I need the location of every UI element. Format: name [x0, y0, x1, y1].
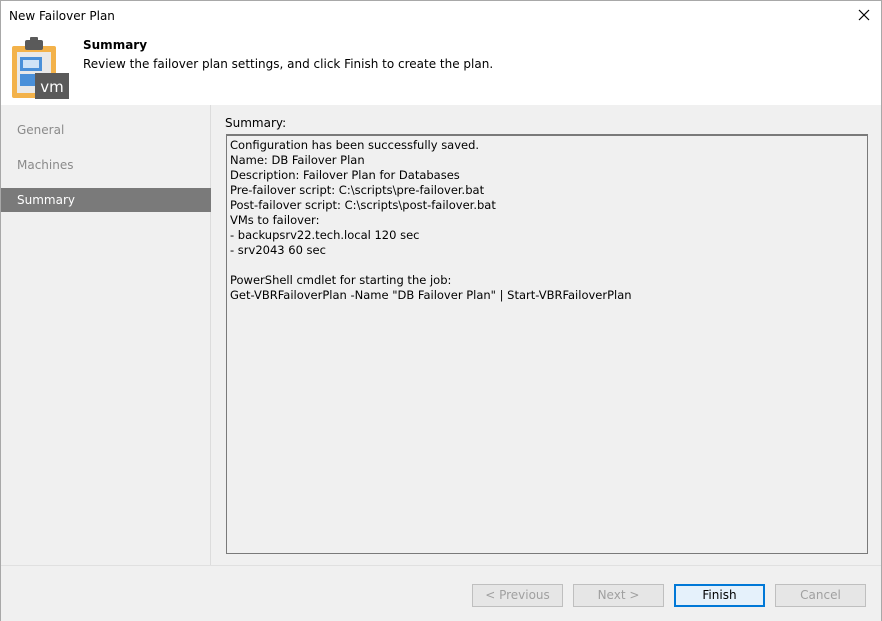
page-subtitle: Review the failover plan settings, and c…: [83, 57, 494, 71]
title-bar: New Failover Plan: [1, 1, 881, 31]
wizard-body: General Machines Summary Summary: Config…: [1, 105, 881, 565]
window-title: New Failover Plan: [9, 9, 115, 23]
step-navigation: General Machines Summary: [1, 105, 211, 565]
page-title: Summary: [83, 38, 148, 52]
summary-panel: Summary: Configuration has been successf…: [213, 105, 881, 565]
summary-label: Summary:: [225, 116, 287, 130]
wizard-window: New Failover Plan vm Summary Review the: [0, 0, 882, 621]
nav-item-machines[interactable]: Machines: [1, 153, 211, 177]
nav-item-general[interactable]: General: [1, 118, 211, 142]
wizard-header: vm Summary Review the failover plan sett…: [1, 31, 881, 105]
nav-item-summary[interactable]: Summary: [1, 188, 211, 212]
clipboard-vm-icon: vm: [11, 37, 71, 101]
close-icon[interactable]: [855, 6, 873, 24]
summary-textbox[interactable]: Configuration has been successfully save…: [226, 134, 868, 554]
next-button[interactable]: Next >: [573, 584, 664, 607]
cancel-button[interactable]: Cancel: [775, 584, 866, 607]
wizard-footer: < Previous Next > Finish Cancel: [1, 565, 881, 621]
svg-text:vm: vm: [40, 78, 64, 96]
summary-text: Configuration has been successfully save…: [230, 138, 632, 302]
previous-button[interactable]: < Previous: [472, 584, 563, 607]
finish-button[interactable]: Finish: [674, 584, 765, 607]
